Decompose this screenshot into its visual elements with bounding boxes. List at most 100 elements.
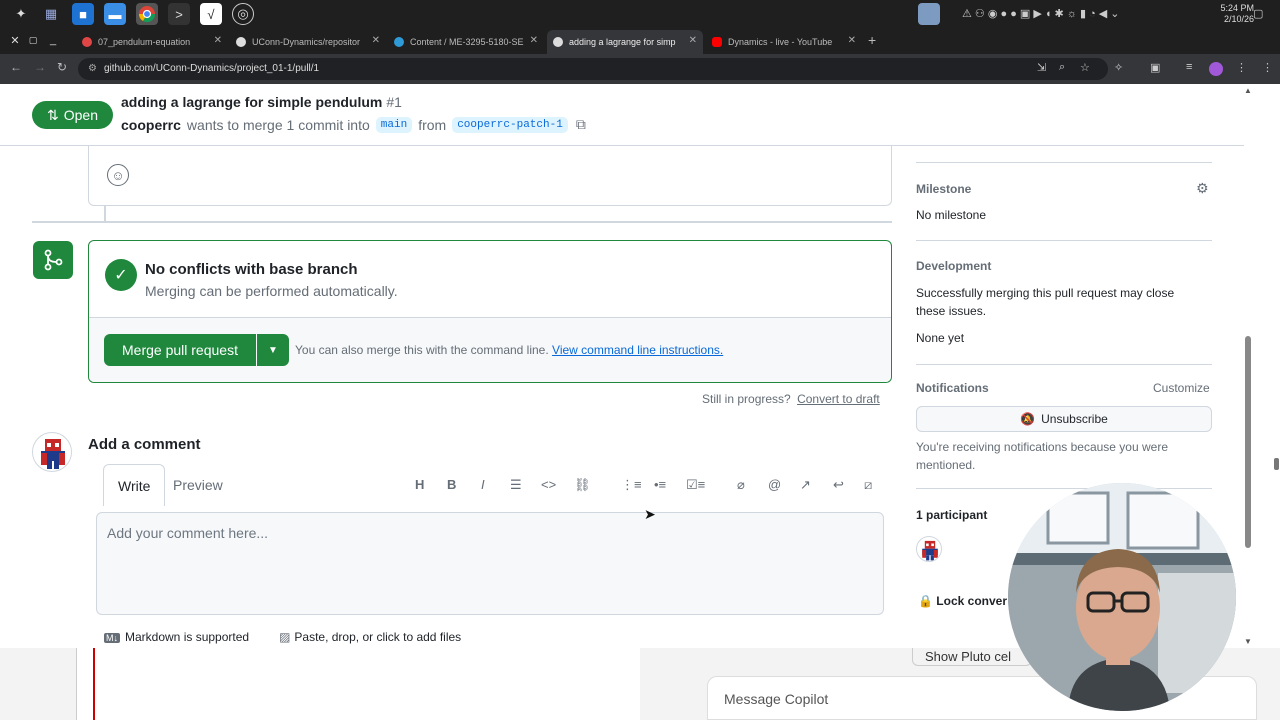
- profile-avatar[interactable]: [1209, 62, 1223, 76]
- lock-conversation[interactable]: 🔒 Lock conver: [918, 594, 1007, 608]
- tab-close-icon[interactable]: ✕: [214, 35, 222, 46]
- pr-title-text: adding a lagrange for simple pendulum: [121, 94, 383, 110]
- show-desktop-icon[interactable]: ▢: [1253, 7, 1263, 20]
- zoom-icon[interactable]: ⌕: [1059, 61, 1065, 74]
- code-icon[interactable]: <>: [541, 477, 556, 492]
- merge-options-dropdown[interactable]: ▼: [257, 334, 289, 366]
- store-icon[interactable]: ■: [72, 3, 94, 25]
- side-scrollbar-thumb[interactable]: [1274, 458, 1279, 470]
- apps-grid-icon[interactable]: ▦: [40, 3, 62, 25]
- tab-close-icon[interactable]: ✕: [530, 35, 538, 46]
- saved-replies-icon[interactable]: ↩: [833, 477, 844, 493]
- numbered-list-icon[interactable]: ⋮≡: [621, 477, 642, 493]
- gear-icon[interactable]: ⚙: [1196, 180, 1209, 197]
- scrollbar-thumb[interactable]: [1245, 336, 1251, 548]
- install-icon[interactable]: ⇲: [1037, 61, 1046, 74]
- tab-youtube[interactable]: Dynamics - live - YouTube ✕: [706, 30, 862, 54]
- comment-textarea[interactable]: Add your comment here...: [96, 512, 884, 615]
- cross-reference-icon[interactable]: ↗: [800, 477, 811, 493]
- math-app-icon[interactable]: √: [200, 3, 222, 25]
- participant-avatar[interactable]: [916, 536, 942, 562]
- bell-slash-icon: 🔕: [1020, 412, 1036, 426]
- back-icon[interactable]: ←: [10, 60, 22, 74]
- tray-icons[interactable]: ⚠ ⚇ ◉ ● ● ▣ ▶ ◖ ✱ ☼ ▮ ◔ ◀ ⌄: [962, 7, 1120, 20]
- bold-icon[interactable]: B: [447, 477, 456, 492]
- attach-icon[interactable]: ⌀: [737, 477, 745, 493]
- tab-close-icon[interactable]: ✕: [848, 35, 856, 46]
- restore-window-icon[interactable]: ▢: [22, 29, 44, 51]
- convert-to-draft-link[interactable]: Convert to draft: [797, 392, 880, 406]
- mouse-cursor: ➤: [644, 506, 656, 522]
- merge-status-subtitle: Merging can be performed automatically.: [145, 283, 398, 299]
- clock[interactable]: 5:24 PM 2/10/26: [1220, 3, 1254, 25]
- window-preview-icon[interactable]: [918, 3, 940, 25]
- notifications-text: You're receiving notifications because y…: [916, 440, 1168, 472]
- markdown-supported[interactable]: M↓ Markdown is supported: [104, 630, 249, 644]
- address-bar[interactable]: ⚙ github.com/UConn-Dynamics/project_01-1…: [78, 58, 1108, 80]
- pr-state-label: Open: [63, 107, 98, 123]
- triangle-down-icon: ▼: [268, 344, 278, 356]
- notifications-heading: Notifications: [916, 381, 989, 395]
- still-in-progress: Still in progress? Convert to draft: [702, 392, 880, 406]
- link-icon[interactable]: ⛓: [574, 477, 591, 493]
- extensions-icon[interactable]: ✧: [1114, 61, 1123, 74]
- github-icon: [553, 37, 563, 47]
- participants-heading: 1 participant: [916, 508, 988, 522]
- bulleted-list-icon[interactable]: •≡: [654, 477, 666, 492]
- scroll-up-icon[interactable]: ▲: [1244, 86, 1252, 95]
- merge-pull-request-button[interactable]: Merge pull request: [104, 334, 256, 366]
- reload-icon[interactable]: ↻: [57, 60, 67, 74]
- mention-icon[interactable]: @: [768, 477, 781, 492]
- user-avatar[interactable]: [32, 432, 72, 472]
- add-reaction-icon[interactable]: ☺: [107, 164, 129, 186]
- customize-link[interactable]: Customize: [1153, 381, 1210, 395]
- scroll-down-icon[interactable]: ▼: [1244, 637, 1252, 646]
- split-view-icon[interactable]: ▣: [1150, 61, 1160, 74]
- markdown-icon: M↓: [104, 633, 120, 643]
- media-icon[interactable]: ≡: [1186, 61, 1192, 73]
- side-panel-menu-icon[interactable]: ⋮: [1262, 61, 1273, 74]
- heading-icon[interactable]: H: [415, 477, 424, 492]
- tab-write[interactable]: Write: [103, 464, 166, 506]
- terminal-icon[interactable]: >: [168, 3, 190, 25]
- tab-close-icon[interactable]: ✕: [372, 35, 380, 46]
- add-comment-heading: Add a comment: [88, 436, 201, 453]
- forward-icon[interactable]: →: [34, 60, 46, 74]
- show-pluto-cell-button[interactable]: Show Pluto cel: [912, 648, 1032, 666]
- slash-commands-icon[interactable]: ⧄: [864, 477, 872, 493]
- minimize-window-icon[interactable]: _: [42, 29, 64, 51]
- add-files-label: Paste, drop, or click to add files: [294, 630, 462, 644]
- head-branch[interactable]: cooperrc-patch-1: [452, 116, 568, 133]
- add-files[interactable]: ▨ Paste, drop, or click to add files: [279, 630, 461, 644]
- copy-icon[interactable]: ⧉: [576, 116, 586, 133]
- quote-icon[interactable]: ☰: [510, 477, 522, 493]
- pr-merge-summary: cooperrc wants to merge 1 commit into ma…: [121, 116, 586, 133]
- files-icon[interactable]: ▬: [104, 3, 126, 25]
- chrome-icon[interactable]: [136, 3, 158, 25]
- pull-request-icon: ⇅: [47, 106, 59, 123]
- site-info-icon[interactable]: ⚙: [88, 63, 97, 74]
- command-line-instructions-link[interactable]: View command line instructions.: [552, 343, 723, 357]
- obs-icon[interactable]: ◎: [232, 3, 254, 25]
- tab-pendulum[interactable]: 07_pendulum-equation ✕: [76, 30, 228, 54]
- command-line-note-text: You can also merge this with the command…: [295, 343, 549, 357]
- tab-pull-request[interactable]: adding a lagrange for simp ✕: [547, 30, 703, 54]
- github-icon: [236, 37, 246, 47]
- pr-author-link[interactable]: cooperrc: [121, 117, 181, 133]
- unsubscribe-button[interactable]: 🔕 Unsubscribe: [916, 406, 1212, 432]
- screen: ✦ ▦ ■ ▬ > √ ◎ ⚠ ⚇ ◉ ● ● ▣ ▶ ◖ ✱ ☼ ▮ ◔ ◀ …: [0, 0, 1280, 720]
- tab-preview[interactable]: Preview: [159, 464, 237, 506]
- editor-footer: M↓ Markdown is supported ▨ Paste, drop, or…: [104, 630, 461, 644]
- tab-repository[interactable]: UConn-Dynamics/repositor ✕: [230, 30, 386, 54]
- tab-content[interactable]: Content / ME-3295-5180-SE ✕: [388, 30, 544, 54]
- new-tab-icon[interactable]: +: [868, 32, 876, 48]
- task-list-icon[interactable]: ☑≡: [686, 477, 705, 493]
- development-text: Successfully merging this pull request m…: [916, 286, 1175, 318]
- base-branch[interactable]: main: [375, 116, 413, 133]
- lock-label: Lock conver: [936, 594, 1007, 608]
- tab-close-icon[interactable]: ✕: [689, 35, 697, 46]
- bookmark-star-icon[interactable]: ☆: [1080, 61, 1090, 74]
- launcher-icon[interactable]: ✦: [10, 3, 32, 25]
- browser-menu-icon[interactable]: ⋮: [1236, 61, 1247, 74]
- italic-icon[interactable]: I: [481, 477, 485, 492]
